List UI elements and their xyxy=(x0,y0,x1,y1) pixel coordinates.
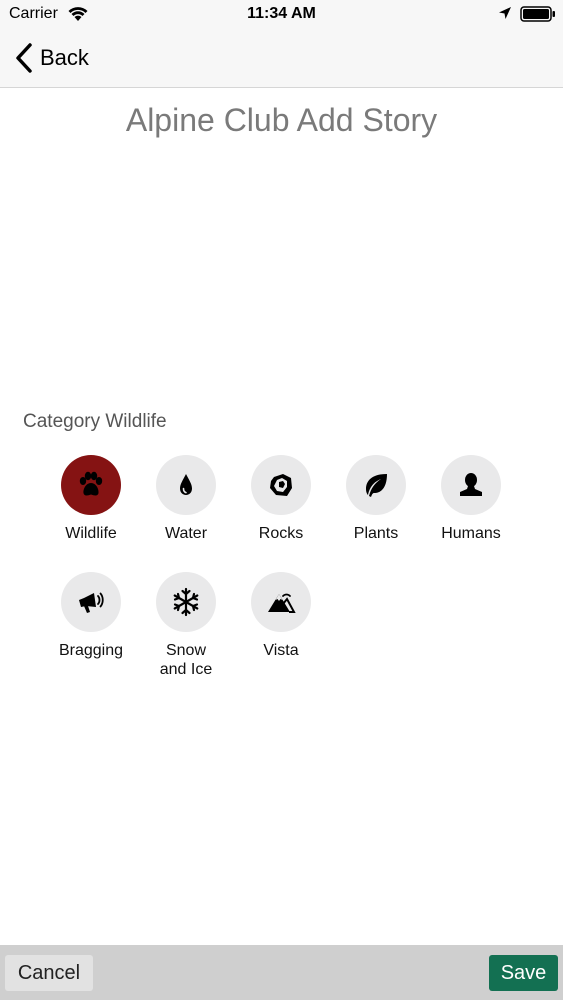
mountain-icon xyxy=(268,593,296,613)
chevron-left-icon xyxy=(16,43,32,73)
person-icon xyxy=(460,473,482,496)
category-label-snow-and-ice: Snow and Ice xyxy=(138,641,234,679)
status-time: 11:34 AM xyxy=(247,5,316,22)
bottom-toolbar: Cancel Save xyxy=(0,945,563,1000)
category-label-wildlife: Wildlife xyxy=(65,525,117,542)
megaphone-icon xyxy=(79,592,104,613)
category-label-snow-line1: Snow xyxy=(165,642,207,659)
category-rocks-circle xyxy=(251,455,311,515)
category-rocks[interactable]: Rocks xyxy=(233,455,329,543)
category-vista-circle xyxy=(251,572,311,632)
leaf-icon xyxy=(366,474,387,497)
page-title: Alpine Club Add Story xyxy=(125,102,438,138)
category-wildlife[interactable]: Wildlife xyxy=(43,455,139,543)
category-bragging-circle xyxy=(61,572,121,632)
category-water-circle xyxy=(156,455,216,515)
category-label-snow-line2: and Ice xyxy=(159,661,213,678)
category-label-bragging: Bragging xyxy=(58,642,124,659)
rock-icon xyxy=(270,474,292,496)
category-label-humans: Humans xyxy=(441,525,501,542)
water-drop-icon xyxy=(180,474,192,495)
save-button[interactable]: Save xyxy=(489,955,558,991)
category-label-rocks: Rocks xyxy=(258,525,304,542)
category-humans-circle xyxy=(441,455,501,515)
category-bragging[interactable]: Bragging xyxy=(43,572,139,660)
category-plants[interactable]: Plants xyxy=(328,455,424,543)
category-plants-circle xyxy=(346,455,406,515)
category-vista[interactable]: Vista xyxy=(233,572,329,660)
location-arrow-icon xyxy=(499,7,511,19)
navigation-bar: Back xyxy=(0,30,563,88)
category-label-plants: Plants xyxy=(353,525,399,542)
back-button[interactable]: Back xyxy=(14,42,89,74)
category-label-water: Water xyxy=(164,525,208,542)
category-wildlife-circle xyxy=(61,455,121,515)
paw-icon xyxy=(79,471,103,496)
status-bar: Carrier 11:34 AM xyxy=(0,0,563,30)
category-humans[interactable]: Humans xyxy=(423,455,519,543)
category-snow-and-ice[interactable]: Snow and Ice xyxy=(138,572,234,679)
category-water[interactable]: Water xyxy=(138,455,234,543)
category-label: Category Wildlife xyxy=(23,411,167,432)
battery-icon xyxy=(520,6,555,22)
snowflake-icon xyxy=(173,587,199,617)
category-label-vista: Vista xyxy=(263,642,299,659)
back-button-label: Back xyxy=(40,45,89,70)
category-snow-and-ice-circle xyxy=(156,572,216,632)
cancel-button[interactable]: Cancel xyxy=(5,955,93,991)
